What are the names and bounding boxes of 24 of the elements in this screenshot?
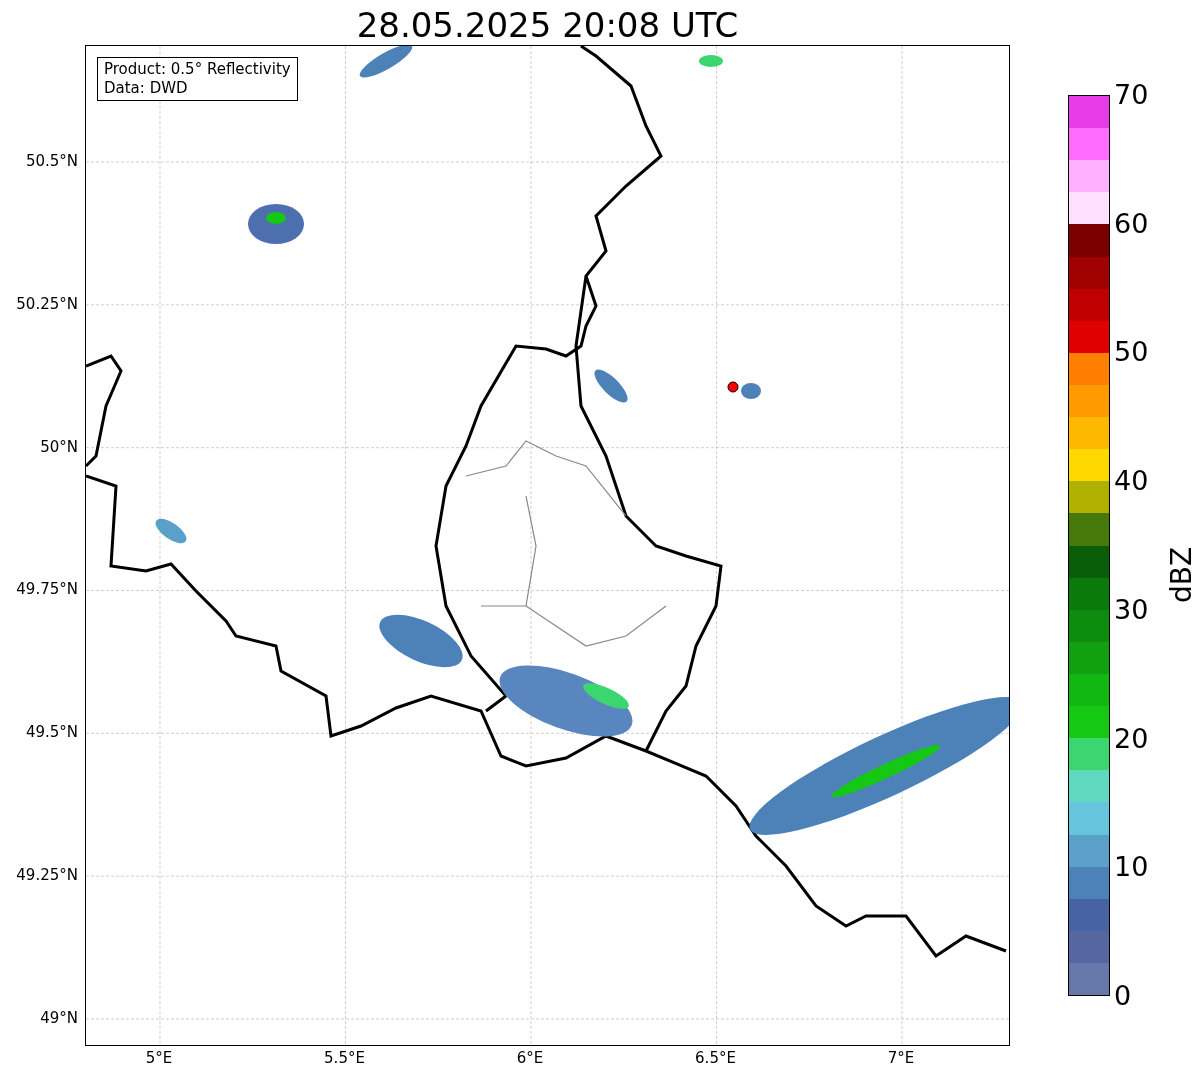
y-tick-label: 49°N	[40, 1008, 78, 1027]
colorbar-tick-label: 60	[1114, 207, 1149, 240]
product-label: Product: 0.5° Reflectivity	[104, 60, 291, 79]
x-tick-label: 5.5°E	[324, 1048, 365, 1068]
colorbar-tick-label: 40	[1114, 465, 1149, 498]
colorbar-tick-label: 0	[1114, 980, 1132, 1012]
y-tick-label: 50.25°N	[16, 294, 78, 313]
colorbar-label: dBZ	[1164, 546, 1199, 604]
x-tick-label: 7°E	[887, 1048, 915, 1068]
x-tick-label: 6.5°E	[695, 1048, 736, 1068]
colorbar-tick-label: 20	[1114, 722, 1149, 755]
chart-title: 28.05.2025 20:08 UTC	[356, 4, 739, 47]
y-tick-label: 49.5°N	[25, 723, 78, 742]
colorbar-tick-label: 10	[1114, 851, 1149, 884]
y-tick-label: 49.25°N	[16, 866, 78, 885]
y-tick-label: 49.75°N	[16, 580, 78, 599]
colorbar-tick-label: 50	[1114, 336, 1149, 369]
x-tick-label: 6°E	[516, 1048, 544, 1068]
x-tick-label: 5°E	[145, 1048, 173, 1068]
colorbar-tick-label: 30	[1114, 593, 1149, 626]
y-tick-label: 50°N	[40, 437, 78, 456]
colorbar-tick-label: 70	[1114, 79, 1149, 111]
data-source-label: Data: DWD	[104, 79, 189, 98]
y-tick-label: 50.5°N	[25, 152, 78, 170]
